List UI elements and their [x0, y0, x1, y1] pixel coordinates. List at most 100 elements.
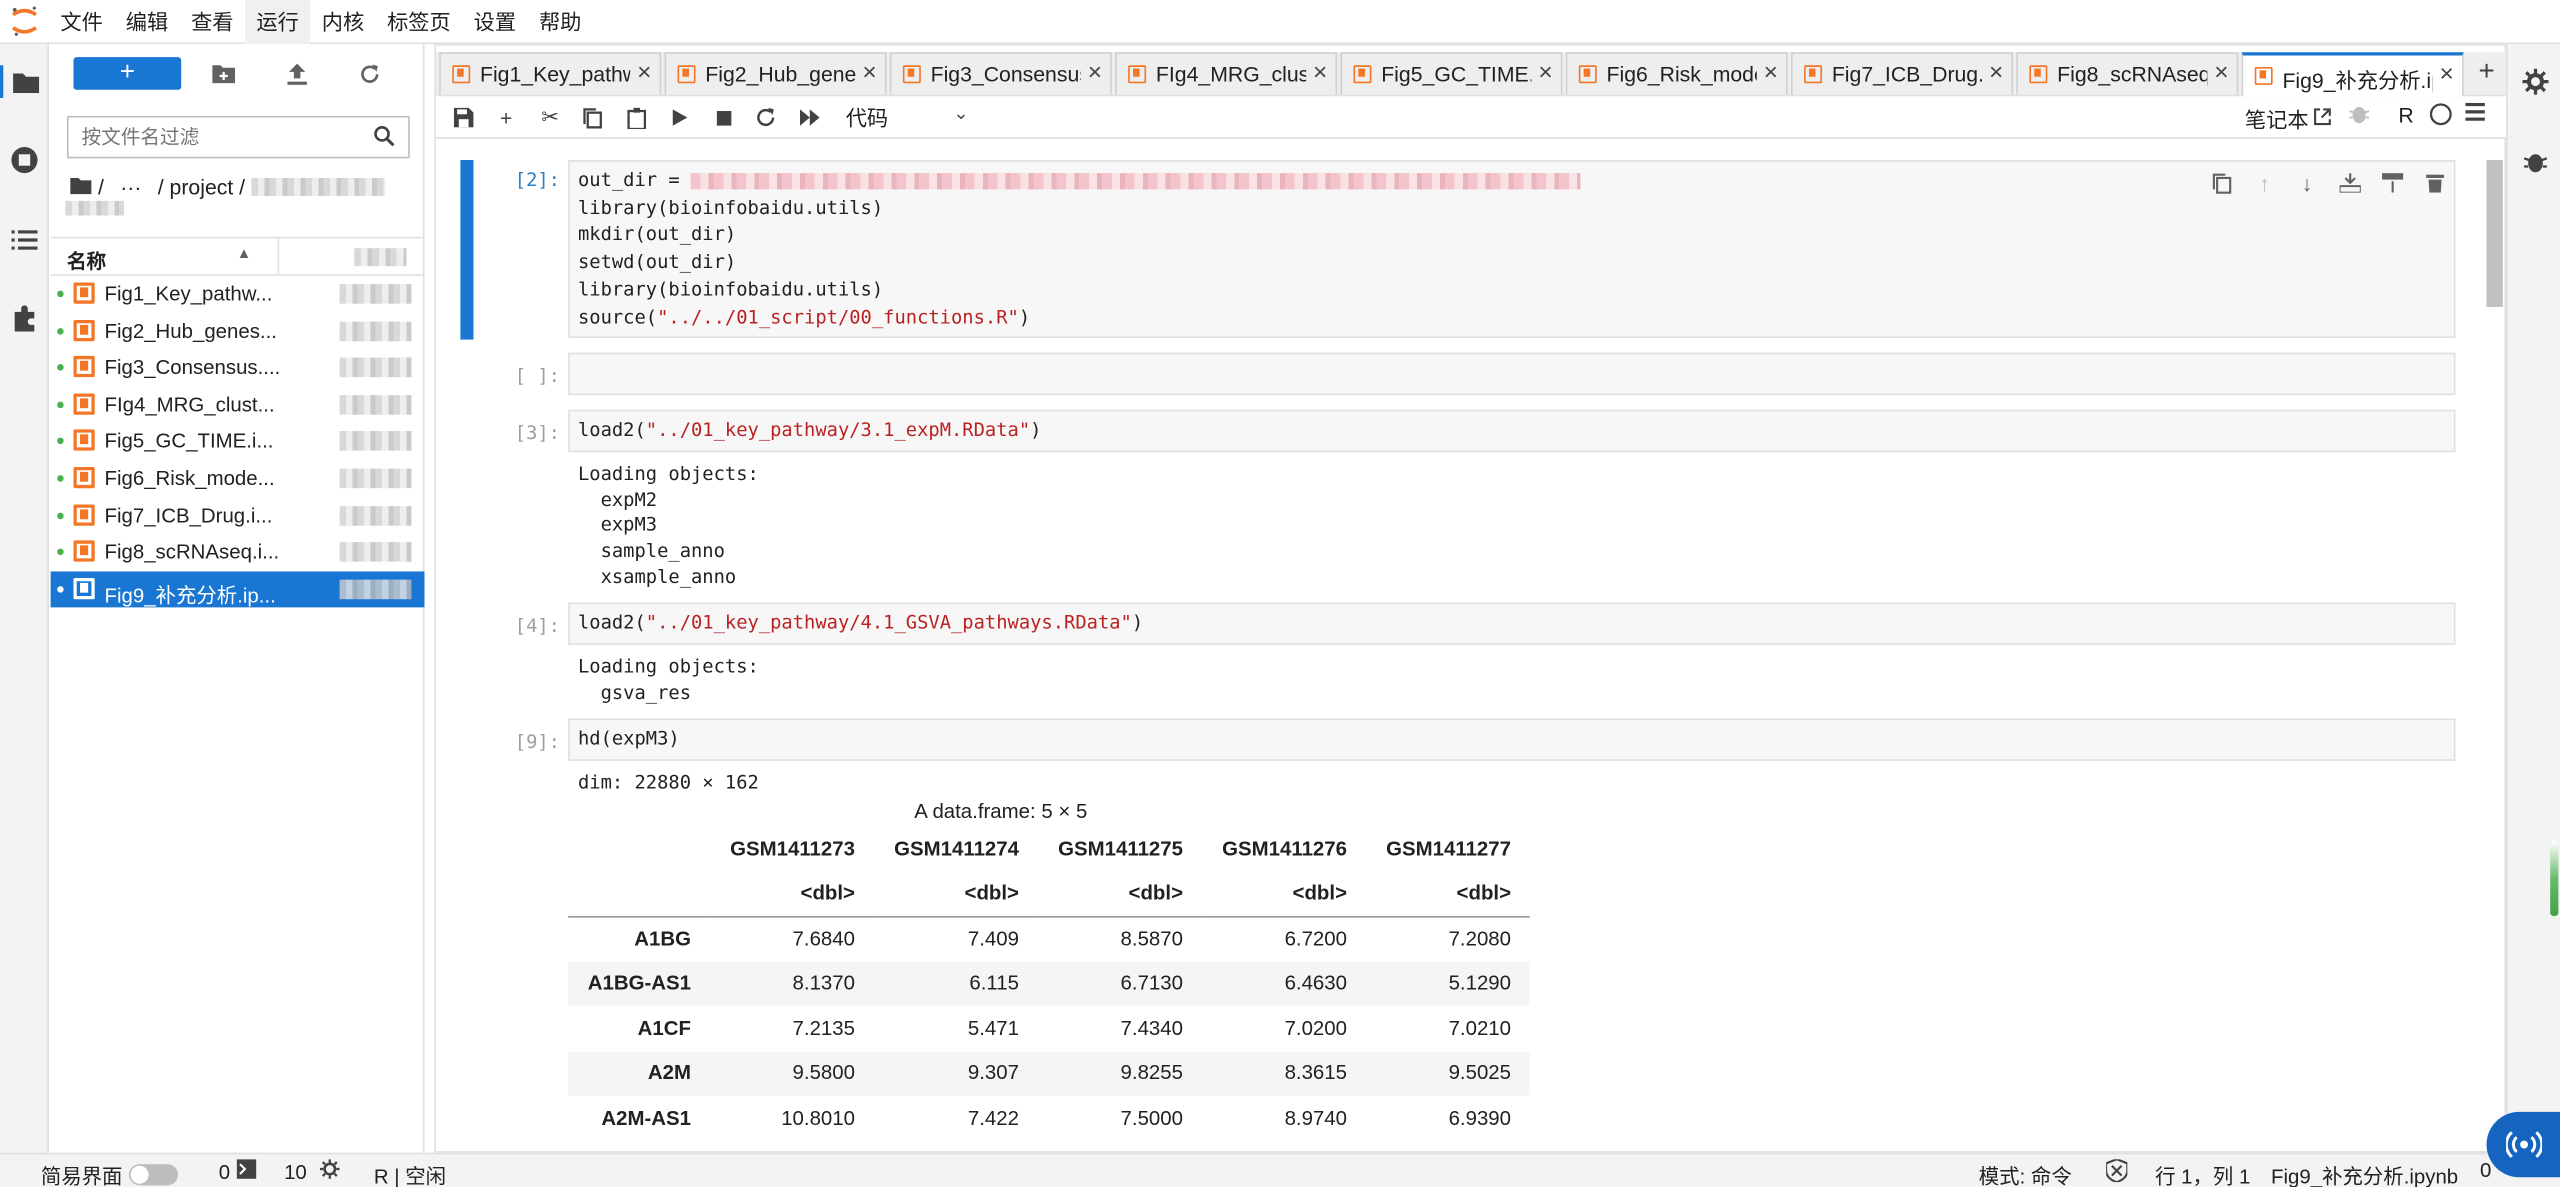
cut-icon[interactable]: ✂	[536, 103, 565, 132]
add-cell-icon[interactable]: +	[491, 103, 520, 132]
notebook-icon	[2254, 66, 2273, 85]
move-down-icon[interactable]: ↓	[2292, 168, 2321, 197]
file-item[interactable]: Fig1_Key_pathw...	[51, 276, 425, 313]
file-item[interactable]: Fig8_scRNAseq.i...	[51, 534, 425, 571]
cursor-position[interactable]: 行 1，列 1	[2155, 1159, 2250, 1187]
insert-below-icon[interactable]	[2377, 168, 2406, 197]
file-item-label: FIg4_MRG_clust...	[104, 393, 275, 416]
close-icon[interactable]: ×	[1538, 59, 1552, 87]
save-icon[interactable]	[449, 103, 478, 132]
add-tab-icon[interactable]: +	[2478, 56, 2494, 89]
menu-view[interactable]: 查看	[180, 0, 245, 43]
file-item[interactable]: Fig6_Risk_mode...	[51, 460, 425, 497]
code-cell-editor[interactable]: hd(expM3)	[568, 718, 2456, 761]
name-column-header[interactable]: 名称	[67, 247, 106, 275]
stop-icon[interactable]	[709, 103, 738, 132]
breadcrumb-root[interactable]: /	[98, 175, 104, 199]
menu-edit[interactable]: 编辑	[114, 0, 179, 43]
property-inspector-icon[interactable]	[2522, 68, 2549, 95]
new-launcher-button[interactable]: +	[73, 57, 182, 90]
close-icon[interactable]: ×	[1313, 59, 1327, 87]
tab-notebook[interactable]: Fig6_Risk_mode ×	[1565, 52, 1788, 95]
broadcast-icon[interactable]	[2486, 1111, 2560, 1178]
refresh-icon[interactable]	[356, 60, 382, 86]
code-cell-editor[interactable]: load2("../01_key_pathway/4.1_GSVA_pathwa…	[568, 602, 2456, 645]
folder-icon[interactable]	[0, 65, 49, 98]
tab-notebook[interactable]: Fig1_Key_pathw ×	[439, 52, 662, 95]
simple-mode-toggle[interactable]: 简易界面	[41, 1159, 178, 1187]
menu-file[interactable]: 文件	[49, 0, 114, 43]
menu-icon[interactable]	[2465, 102, 2485, 121]
tab-notebook[interactable]: Fig3_Consensus ×	[889, 52, 1112, 95]
restart-icon[interactable]	[751, 103, 780, 132]
code-cell-editor[interactable]: load2("../01_key_pathway/3.1_expM.RData"…	[568, 409, 2456, 453]
tab-label: Fig2_Hub_genes	[705, 62, 856, 87]
file-filter-input[interactable]	[68, 117, 363, 157]
home-folder-icon[interactable]	[70, 175, 92, 199]
breadcrumb-project[interactable]: / project /	[158, 175, 245, 199]
terminal-status[interactable]: 0	[219, 1159, 257, 1183]
tab-notebook[interactable]: Fig8_scRNAseq.i ×	[2016, 52, 2239, 95]
kernel-status[interactable]: R | 空闲	[374, 1159, 446, 1187]
notification-count[interactable]: 0	[2480, 1159, 2491, 1182]
close-icon[interactable]: ×	[1989, 59, 2003, 87]
kernel-count-status[interactable]: 10	[284, 1159, 340, 1183]
close-icon[interactable]: ×	[2440, 60, 2454, 88]
table-type-row: <dbl> <dbl> <dbl> <dbl> <dbl>	[568, 871, 1531, 917]
file-item-modified-redacted	[339, 542, 412, 562]
file-filter-field[interactable]	[66, 115, 410, 159]
file-item-label: Fig1_Key_pathw...	[104, 282, 273, 306]
running-icon[interactable]	[8, 144, 41, 177]
menu-kernel[interactable]: 内核	[310, 0, 375, 43]
close-icon[interactable]: ×	[862, 59, 876, 87]
delete-cell-icon[interactable]	[2420, 168, 2449, 197]
close-icon[interactable]: ×	[1088, 59, 1102, 87]
cell-type-select[interactable]: 代码 ⌄	[846, 101, 977, 134]
menu-run[interactable]: 运行	[244, 0, 311, 44]
upload-icon[interactable]	[284, 60, 310, 86]
paste-icon[interactable]	[622, 103, 651, 132]
kernel-name-button[interactable]: R	[2398, 103, 2413, 127]
tab-notebook[interactable]: Fig5_GC_TIME.ip ×	[1340, 52, 1563, 95]
new-folder-icon[interactable]	[211, 60, 237, 86]
file-item[interactable]: Fig5_GC_TIME.i...	[51, 423, 425, 460]
tab-notebook[interactable]: Fig7_ICB_Drug.ip ×	[1791, 52, 2014, 95]
tab-notebook[interactable]: Fig2_Hub_genes ×	[664, 52, 887, 95]
table-cell: 7.0200	[1284, 1016, 1347, 1040]
file-item[interactable]: FIg4_MRG_clust...	[51, 387, 425, 424]
file-item[interactable]: Fig7_ICB_Drug.i...	[51, 497, 425, 534]
tab-notebook[interactable]: FIg4_MRG_clust ×	[1115, 52, 1338, 95]
scrollbar[interactable]	[2485, 144, 2505, 1150]
insert-above-icon[interactable]	[2335, 168, 2364, 197]
breadcrumb-ellipsis[interactable]: ···	[120, 175, 141, 199]
tab-notebook-active[interactable]: Fig9_补充分析.ip ×	[2241, 52, 2464, 97]
kernel-gear-icon	[319, 1159, 340, 1183]
debugger-icon[interactable]	[2522, 147, 2548, 173]
close-icon[interactable]: ×	[2214, 59, 2228, 87]
run-icon[interactable]	[664, 103, 693, 132]
scroll-thumb[interactable]	[2486, 160, 2503, 307]
toggle-switch[interactable]	[129, 1164, 178, 1186]
table-row: A2M 9.5800 9.307 9.8255 8.3615 9.5025	[568, 1050, 1531, 1096]
toc-icon[interactable]	[8, 224, 41, 257]
debugger-bug-icon[interactable]	[2349, 103, 2369, 124]
file-item[interactable]: Fig3_Consensus....	[51, 350, 425, 387]
menu-settings[interactable]: 设置	[462, 0, 527, 43]
file-item[interactable]: Fig2_Hub_genes...	[51, 313, 425, 350]
close-icon[interactable]: ×	[637, 59, 651, 87]
move-up-icon[interactable]: ↑	[2250, 168, 2279, 197]
code-cell-editor[interactable]	[568, 352, 2456, 396]
file-item-selected[interactable]: Fig9_补充分析.ip...	[50, 571, 425, 608]
copy-icon[interactable]	[578, 103, 607, 132]
column-divider[interactable]	[277, 238, 280, 275]
notebook-icon	[73, 577, 95, 599]
sort-ascending-icon[interactable]: ▲	[237, 245, 252, 261]
code-cell-editor[interactable]: out_dir = library(bioinfobaidu.utils) mk…	[568, 160, 2456, 338]
notebook-open-button[interactable]: 笔记本	[2245, 103, 2332, 134]
extension-icon[interactable]	[8, 302, 41, 335]
fast-forward-icon[interactable]	[795, 103, 824, 132]
duplicate-cell-icon[interactable]	[2207, 168, 2236, 197]
close-icon[interactable]: ×	[1764, 59, 1778, 87]
menu-tabs[interactable]: 标签页	[376, 0, 463, 43]
menu-help[interactable]: 帮助	[528, 0, 593, 43]
